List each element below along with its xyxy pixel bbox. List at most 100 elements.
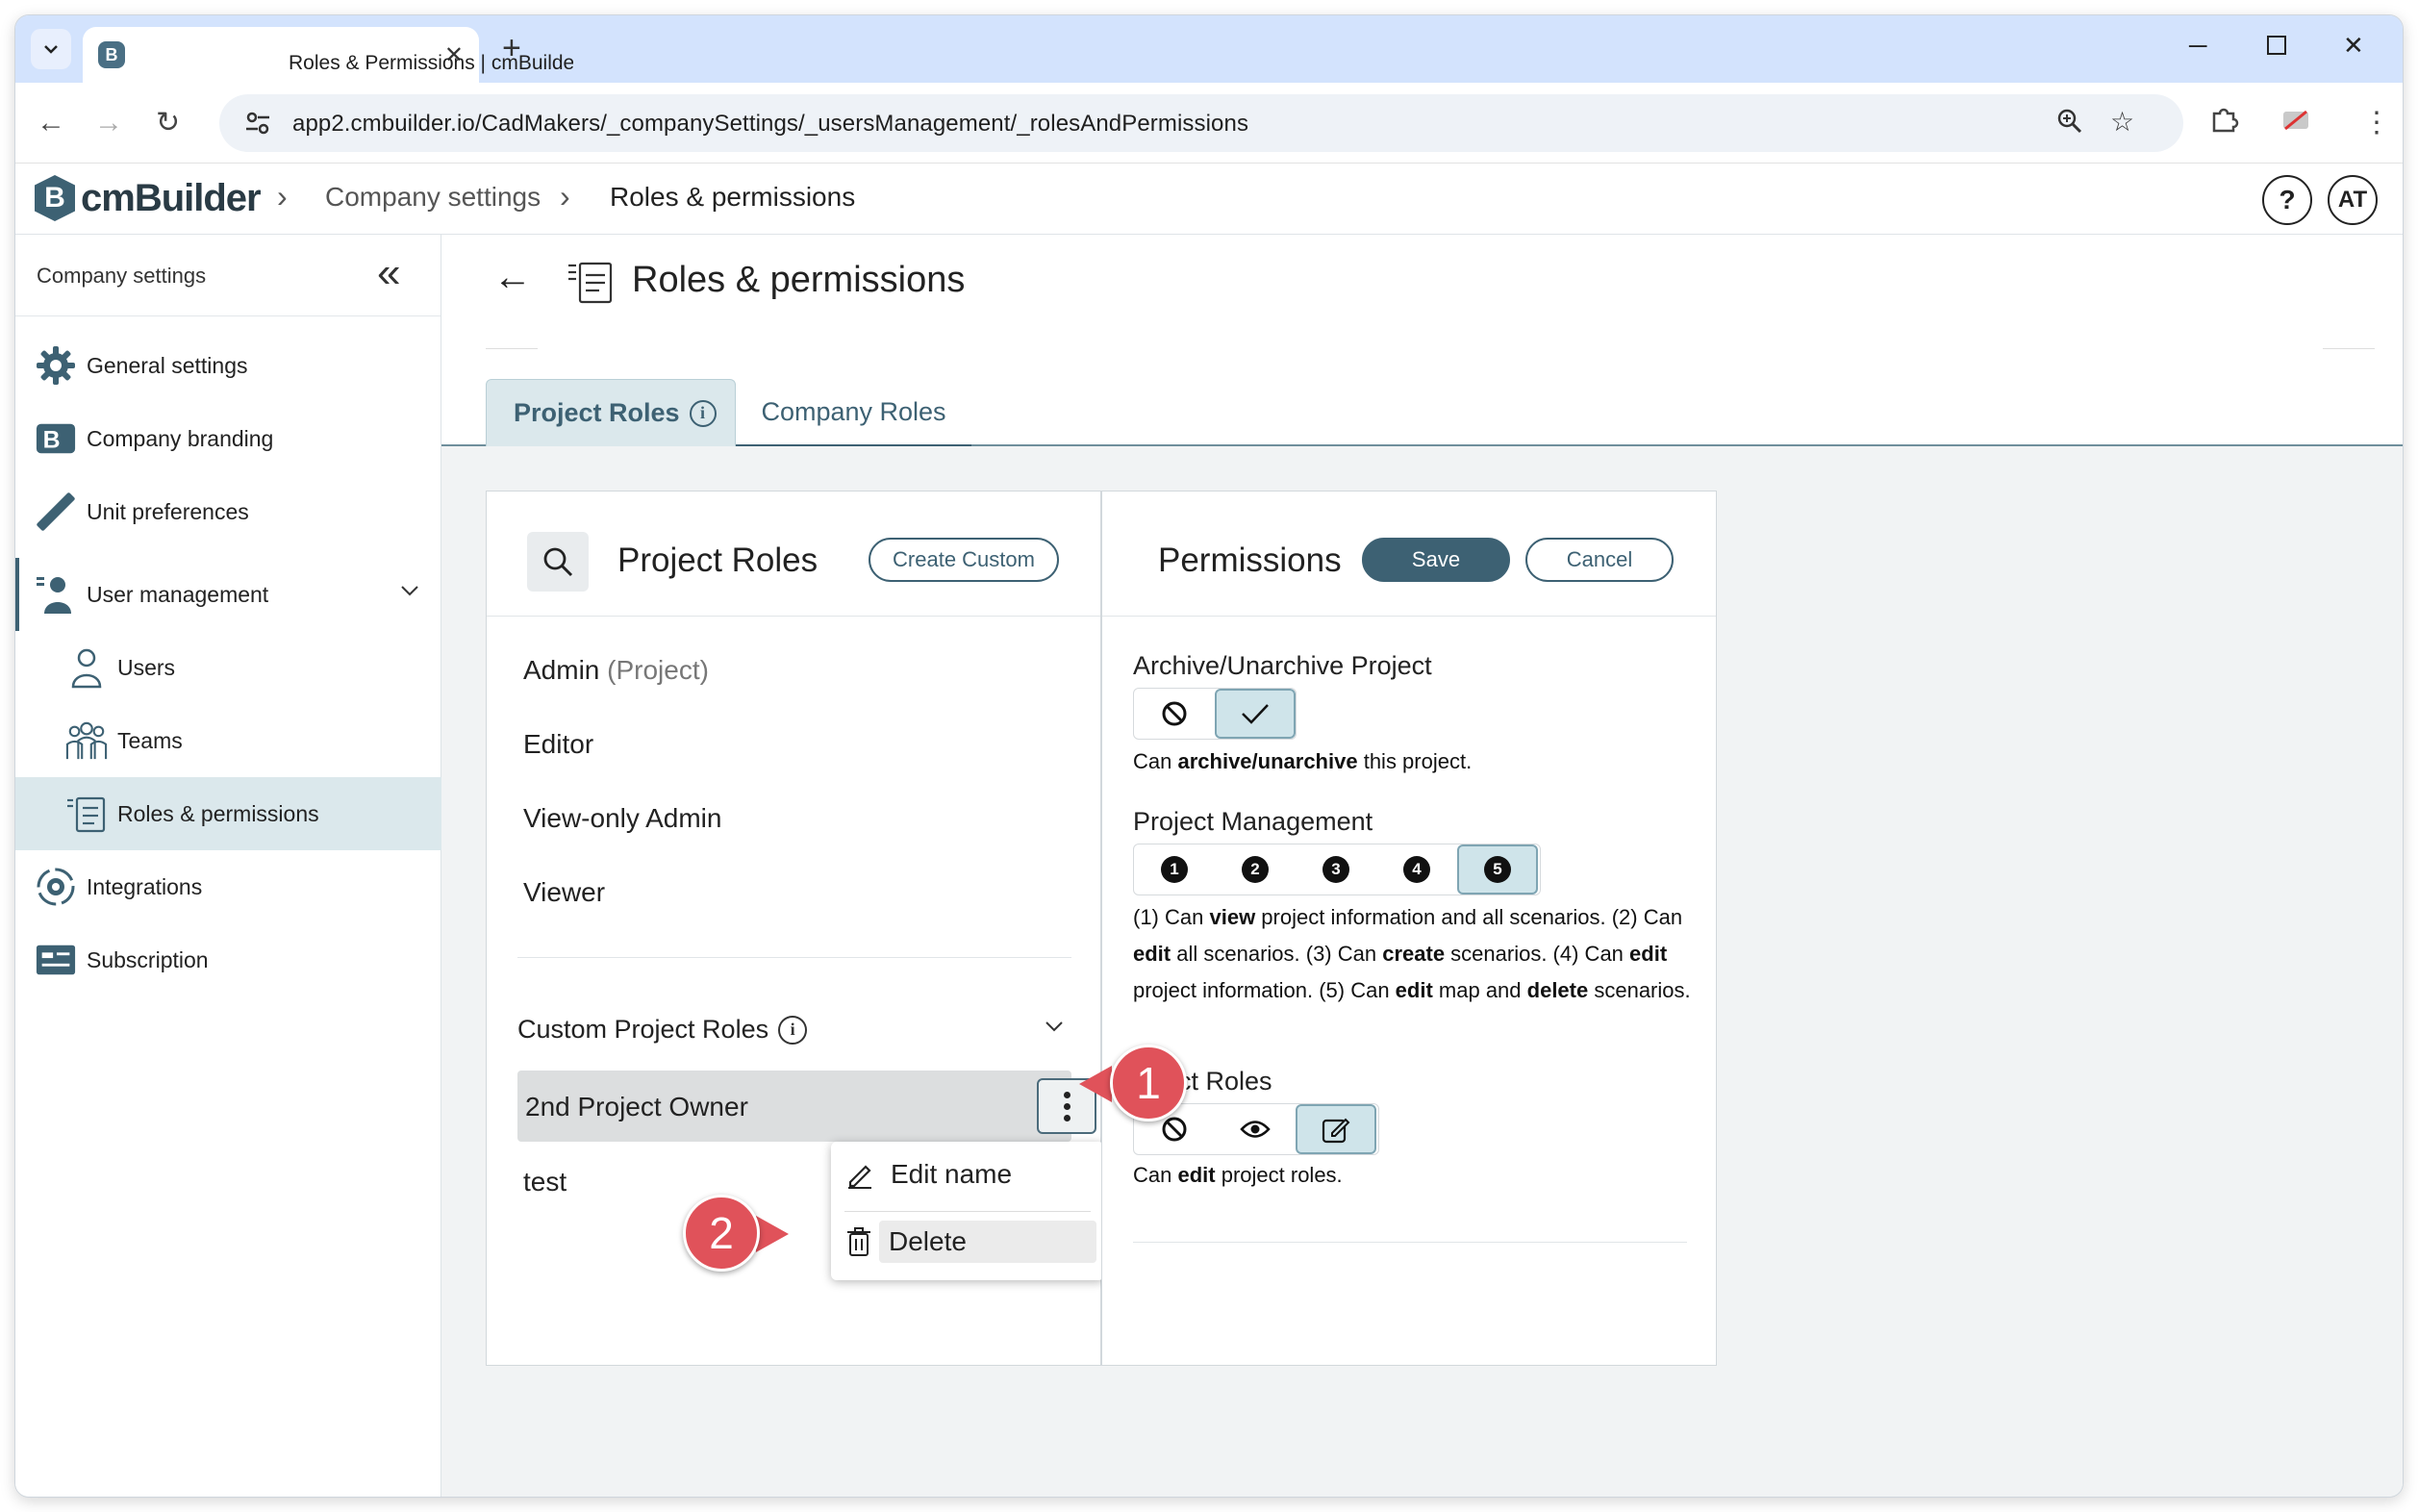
site-settings-icon[interactable] xyxy=(242,108,273,139)
tab-project-roles[interactable]: Project Roles i xyxy=(486,379,736,446)
minimize-icon[interactable]: ─ xyxy=(2189,31,2206,61)
address-bar[interactable]: app2.cmbuilder.io/CadMakers/_companySett… xyxy=(219,94,2183,152)
breadcrumb-separator-icon: › xyxy=(560,179,570,214)
back-arrow-icon[interactable]: ← xyxy=(493,256,532,299)
level-option[interactable]: 2 xyxy=(1215,844,1296,895)
level-option[interactable]: 3 xyxy=(1296,844,1376,895)
profile-extension-icon[interactable] xyxy=(2279,104,2312,145)
main-content: ← Roles & permissions Project Roles i Co… xyxy=(441,235,2403,1497)
sidebar-item-subscription[interactable]: Subscription xyxy=(15,923,441,996)
menu-item-label: Delete xyxy=(889,1226,967,1256)
custom-role-row[interactable]: test xyxy=(523,1167,567,1197)
cmbuilder-logo[interactable]: B cmBuilder xyxy=(35,175,262,221)
sidebar-item-label: Unit preferences xyxy=(87,498,249,524)
permission-description: Can edit project roles. xyxy=(1133,1163,1343,1187)
gear-icon xyxy=(35,344,77,387)
edit-option[interactable] xyxy=(1296,1104,1376,1154)
block-icon xyxy=(1162,1117,1187,1142)
help-button[interactable]: ? xyxy=(2262,175,2312,225)
role-context-menu: Edit name Delete xyxy=(831,1142,1104,1280)
browser-window: B Roles & Permissions | cmBuilder ✕ + ─ … xyxy=(15,15,2403,1497)
bookmark-star-icon[interactable]: ☆ xyxy=(2110,106,2134,138)
panel-title: Project Roles xyxy=(617,542,819,579)
search-button[interactable] xyxy=(527,532,589,592)
tab-label: Project Roles xyxy=(514,398,680,427)
info-icon[interactable]: i xyxy=(778,1015,808,1045)
view-option[interactable] xyxy=(1215,1104,1296,1154)
sidebar-item-company-branding[interactable]: B Company branding xyxy=(15,402,441,475)
sidebar-item-roles-permissions[interactable]: Roles & permissions xyxy=(15,777,441,850)
divider xyxy=(517,957,1071,958)
role-name: Admin xyxy=(523,655,600,685)
allow-option[interactable] xyxy=(1215,689,1296,739)
forward-icon[interactable]: → xyxy=(94,106,123,140)
extensions-icon[interactable] xyxy=(2208,104,2239,143)
project-management-level-selector: 1 2 3 4 5 xyxy=(1133,844,1541,895)
deny-option[interactable] xyxy=(1134,689,1215,739)
role-item-viewer[interactable]: Viewer xyxy=(523,877,605,908)
sidebar-item-label: Roles & permissions xyxy=(117,800,319,826)
level-option[interactable]: 4 xyxy=(1376,844,1457,895)
branding-icon: B xyxy=(35,417,77,460)
app-header: B cmBuilder › Company settings › Roles &… xyxy=(15,164,2403,235)
maximize-icon[interactable] xyxy=(2266,33,2287,63)
sidebar-item-integrations[interactable]: Integrations xyxy=(15,850,441,923)
browser-tab[interactable]: B Roles & Permissions | cmBuilder ✕ xyxy=(83,27,573,83)
new-tab-button[interactable]: + xyxy=(502,31,521,65)
menu-item-label: Edit name xyxy=(891,1159,1013,1189)
info-icon[interactable]: i xyxy=(689,399,717,427)
avatar[interactable]: AT xyxy=(2328,175,2378,225)
menu-item-edit-name[interactable]: Edit name xyxy=(844,1159,1012,1190)
panel-header: Project Roles Create Custom xyxy=(487,491,1100,617)
menu-item-delete[interactable]: Delete xyxy=(879,1221,1096,1263)
close-window-icon[interactable]: ✕ xyxy=(2343,31,2364,61)
tab-label: Company Roles xyxy=(761,396,946,426)
level-option-selected[interactable]: 5 xyxy=(1457,844,1538,895)
tab-title: Roles & Permissions | cmBuilder xyxy=(289,52,573,74)
create-custom-button[interactable]: Create Custom xyxy=(869,538,1059,582)
role-item-admin[interactable]: Admin (Project) xyxy=(523,655,709,686)
reload-icon[interactable]: ↻ xyxy=(156,106,180,140)
tab-company-roles[interactable]: Company Roles xyxy=(736,379,971,446)
sidebar-item-label: Users xyxy=(117,654,176,680)
cancel-button[interactable]: Cancel xyxy=(1525,538,1674,582)
permission-description: (1) Can view project information and all… xyxy=(1133,905,1691,1002)
browser-tab-strip: B Roles & Permissions | cmBuilder ✕ + ─ … xyxy=(15,15,2403,83)
ruler-icon xyxy=(35,491,77,533)
sidebar-item-user-management[interactable]: User management xyxy=(15,558,441,631)
role-item-view-only-admin[interactable]: View-only Admin xyxy=(523,803,721,834)
breadcrumb-company-settings[interactable]: Company settings xyxy=(325,182,541,213)
role-item-editor[interactable]: Editor xyxy=(523,729,593,760)
chevron-down-icon[interactable] xyxy=(1043,1015,1066,1045)
level-number: 2 xyxy=(1242,856,1269,883)
sidebar-item-teams[interactable]: Teams xyxy=(15,704,441,777)
tab-search-button[interactable] xyxy=(31,29,71,69)
sidebar-item-label: Integrations xyxy=(87,873,203,899)
collapse-sidebar-icon[interactable]: « xyxy=(377,252,400,294)
back-icon[interactable]: ← xyxy=(37,106,65,140)
level-number: 5 xyxy=(1484,856,1511,883)
zoom-icon[interactable] xyxy=(2056,108,2083,141)
sidebar-item-label: User management xyxy=(87,581,269,607)
custom-role-row-selected[interactable]: 2nd Project Owner xyxy=(517,1071,1096,1142)
level-option[interactable]: 1 xyxy=(1134,844,1215,895)
sidebar: Company settings « General settings B Co… xyxy=(15,235,441,1497)
role-scope: (Project) xyxy=(607,655,709,685)
browser-menu-icon[interactable]: ⋮ xyxy=(2362,106,2391,140)
svg-text:B: B xyxy=(43,427,61,454)
save-button[interactable]: Save xyxy=(1362,538,1510,582)
sidebar-item-users[interactable]: Users xyxy=(15,631,441,704)
panel-title: Permissions xyxy=(1158,542,1342,579)
sidebar-item-general-settings[interactable]: General settings xyxy=(15,329,441,402)
integrations-icon xyxy=(35,866,77,908)
archive-permission-toggle xyxy=(1133,688,1297,740)
logo-text: cmBuilder xyxy=(81,176,262,219)
sidebar-item-label: Subscription xyxy=(87,946,209,972)
page-title: Roles & permissions xyxy=(632,260,966,300)
check-icon xyxy=(1242,704,1269,724)
breadcrumb-separator-icon: › xyxy=(277,179,288,214)
custom-roles-header[interactable]: Custom Project Roles i xyxy=(517,1015,808,1045)
sidebar-item-unit-preferences[interactable]: Unit preferences xyxy=(15,475,441,548)
logo-mark-icon: B xyxy=(35,175,75,221)
favicon-icon: B xyxy=(98,41,125,68)
